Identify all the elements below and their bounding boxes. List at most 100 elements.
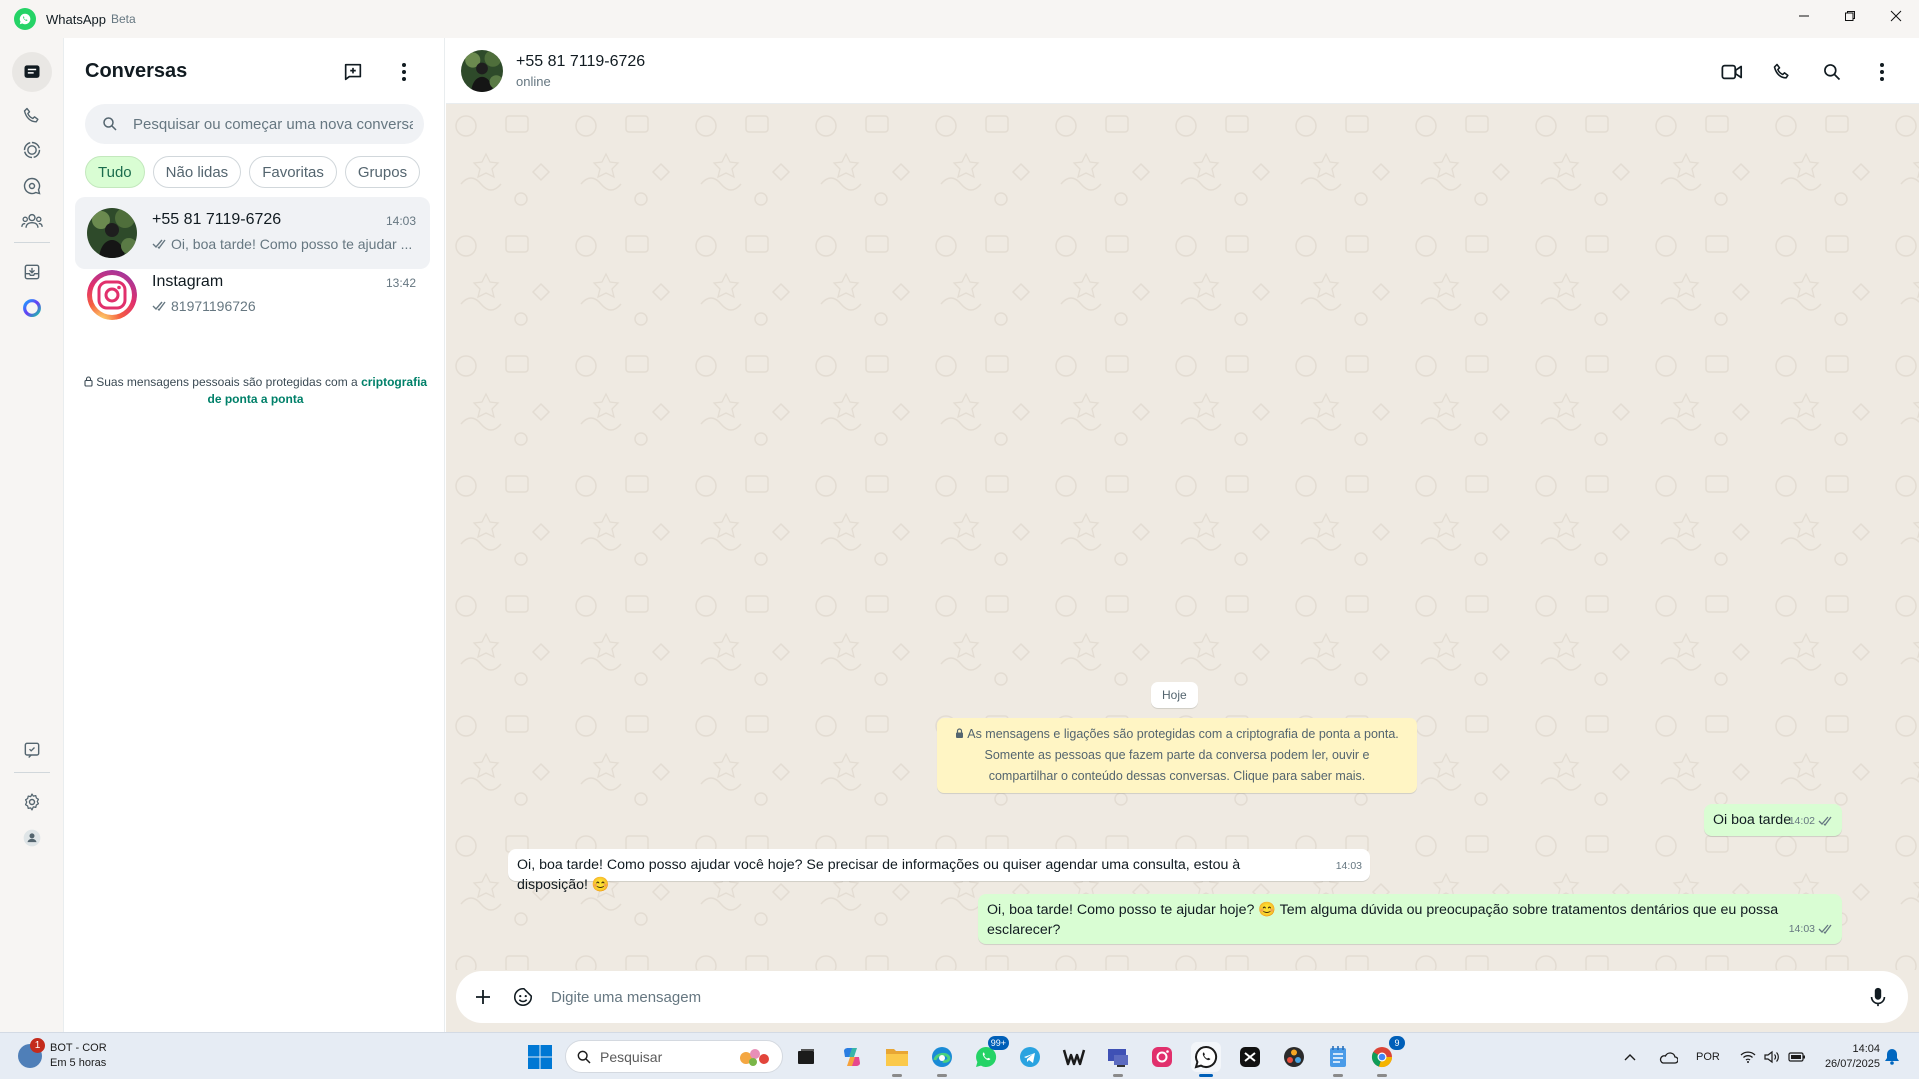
chats-nav-icon[interactable] — [12, 52, 52, 92]
voice-call-icon[interactable] — [1764, 54, 1800, 90]
contact-avatar[interactable] — [461, 50, 503, 92]
close-window-button[interactable] — [1873, 0, 1919, 32]
whatsapp-beta-taskbar-icon[interactable] — [1191, 1042, 1221, 1077]
whatsapp-window: WhatsApp Beta Conversas Pesquisar ou com… — [0, 0, 1919, 1079]
volume-icon[interactable] — [1764, 1050, 1780, 1064]
weather-subtitle: Em 5 horas — [50, 1057, 107, 1069]
chat-list-item[interactable]: Instagram 13:42 81971196726 — [75, 259, 430, 331]
chat-time: 14:03 — [385, 214, 416, 228]
video-call-icon[interactable] — [1714, 54, 1750, 90]
contact-avatar — [87, 208, 137, 258]
message-time: 14:02 — [1788, 815, 1815, 827]
keyboard-language[interactable]: POR — [1696, 1051, 1720, 1063]
channels-nav-icon[interactable] — [12, 166, 52, 206]
read-ticks-icon — [1818, 924, 1832, 934]
wifi-icon[interactable] — [1740, 1051, 1756, 1063]
edge-browser-icon[interactable] — [927, 1042, 957, 1077]
read-ticks-icon — [1818, 816, 1832, 826]
taskbar-clock[interactable]: 14:04 26/07/2025 — [1800, 1042, 1880, 1072]
writer-app-icon[interactable] — [1059, 1042, 1089, 1072]
onedrive-cloud-icon[interactable] — [1658, 1051, 1678, 1064]
message-bubble-outgoing[interactable]: Oi, boa tarde! Como posso te ajudar hoje… — [978, 894, 1842, 944]
composer — [456, 971, 1908, 1023]
windows-start-icon[interactable] — [527, 1044, 553, 1070]
panel-title: Conversas — [85, 60, 188, 82]
message-time: 14:03 — [1335, 860, 1362, 872]
rail-divider — [14, 242, 50, 243]
chat-name: Instagram — [152, 273, 224, 290]
archived-nav-icon[interactable] — [12, 252, 52, 292]
encryption-system-message[interactable]: As mensagens e ligações são protegidas c… — [937, 718, 1417, 793]
chat-wallpaper — [446, 104, 1919, 970]
lock-icon — [84, 376, 93, 387]
app-title-suffix: Beta — [110, 12, 136, 26]
message-input[interactable] — [551, 988, 1860, 1006]
message-bubble-incoming[interactable]: Oi, boa tarde! Como posso ajudar você ho… — [508, 849, 1370, 893]
task-view-icon[interactable] — [791, 1042, 821, 1072]
meta-ai-nav-icon[interactable] — [12, 288, 52, 328]
whatsapp-logo-icon — [14, 8, 36, 30]
filter-unread[interactable]: Não lidas — [152, 156, 242, 188]
file-explorer-icon[interactable] — [882, 1042, 912, 1077]
show-hidden-icons-chevron-icon[interactable] — [1624, 1053, 1636, 1061]
notepad-icon[interactable] — [1323, 1042, 1353, 1077]
restore-button[interactable] — [1827, 0, 1873, 32]
windows-taskbar: 1 BOT - COR Em 5 horas Pesquisar 99+ 9 P… — [0, 1032, 1919, 1079]
message-bubble-outgoing[interactable]: Oi boa tarde 14:02 — [1704, 804, 1842, 836]
minimize-button[interactable] — [1781, 0, 1827, 32]
messages-area[interactable]: Hoje As mensagens e ligações são protegi… — [446, 104, 1919, 970]
rail-divider-bottom — [14, 772, 50, 773]
system-message-text: As mensagens e ligações são protegidas c… — [967, 727, 1399, 783]
capcut-icon[interactable] — [1235, 1042, 1265, 1072]
search-highlight-icon — [740, 1048, 769, 1066]
notification-bell-icon[interactable] — [1884, 1047, 1900, 1070]
search-in-chat-icon[interactable] — [1814, 54, 1850, 90]
copilot-icon[interactable] — [837, 1042, 867, 1072]
chat-list-panel: Conversas Tudo Não lidas Favoritas Grupo… — [65, 38, 445, 1032]
clock-date: 26/07/2025 — [1824, 1058, 1880, 1070]
app-title: WhatsApp — [46, 11, 106, 27]
filter-groups[interactable]: Grupos — [344, 156, 421, 188]
davinci-resolve-icon[interactable] — [1279, 1042, 1309, 1072]
telegram-icon[interactable] — [1015, 1042, 1045, 1072]
emoji-sticker-icon[interactable] — [505, 979, 541, 1015]
status-nav-icon[interactable] — [12, 130, 52, 170]
filter-favorites[interactable]: Favoritas — [249, 156, 337, 188]
date-separator: Hoje — [1151, 682, 1198, 708]
taskbar-search[interactable]: Pesquisar — [565, 1040, 783, 1073]
read-ticks-icon — [152, 239, 166, 249]
weather-widget[interactable]: 1 BOT - COR Em 5 horas — [18, 1038, 107, 1071]
conversation-header[interactable]: +55 81 7119-6726 online — [446, 38, 1919, 104]
message-text: Oi boa tarde — [1713, 812, 1792, 828]
remote-desktop-icon[interactable] — [1103, 1042, 1133, 1077]
read-ticks-icon — [152, 301, 166, 311]
microphone-icon[interactable] — [1860, 979, 1896, 1015]
chat-search-bar[interactable] — [85, 104, 424, 144]
encryption-note-text: Suas mensagens pessoais são protegidas c… — [96, 375, 358, 389]
communities-nav-icon[interactable] — [12, 201, 52, 241]
weather-icon: 1 — [18, 1038, 45, 1068]
instagram-taskbar-icon[interactable] — [1147, 1042, 1177, 1072]
chat-name: +55 81 7119-6726 — [152, 211, 282, 228]
message-text: Oi, boa tarde! Como posso te ajudar hoje… — [987, 902, 1779, 938]
chat-time: 13:42 — [385, 276, 416, 290]
contact-name: +55 81 7119-6726 — [516, 53, 646, 70]
chrome-badge: 9 — [1389, 1036, 1405, 1050]
settings-gear-icon[interactable] — [12, 782, 52, 822]
search-input[interactable] — [133, 115, 413, 133]
profile-avatar-icon[interactable] — [12, 818, 52, 858]
conversation-menu-icon[interactable] — [1864, 54, 1900, 90]
starred-messages-icon[interactable] — [12, 730, 52, 770]
encryption-note: Suas mensagens pessoais são protegidas c… — [83, 374, 428, 408]
new-chat-icon[interactable] — [335, 54, 371, 90]
whatsapp-taskbar-icon[interactable]: 99+ — [971, 1036, 1009, 1072]
instagram-logo-icon — [87, 270, 137, 320]
filter-chips: Tudo Não lidas Favoritas Grupos — [85, 156, 421, 188]
attach-plus-icon[interactable] — [465, 979, 501, 1015]
lock-icon — [956, 728, 964, 738]
navigation-rail — [0, 38, 64, 1032]
chrome-icon[interactable]: 9 — [1367, 1036, 1405, 1077]
menu-kebab-icon[interactable] — [386, 54, 422, 90]
filter-all[interactable]: Tudo — [85, 156, 145, 188]
system-tray: POR — [1624, 1043, 1806, 1071]
